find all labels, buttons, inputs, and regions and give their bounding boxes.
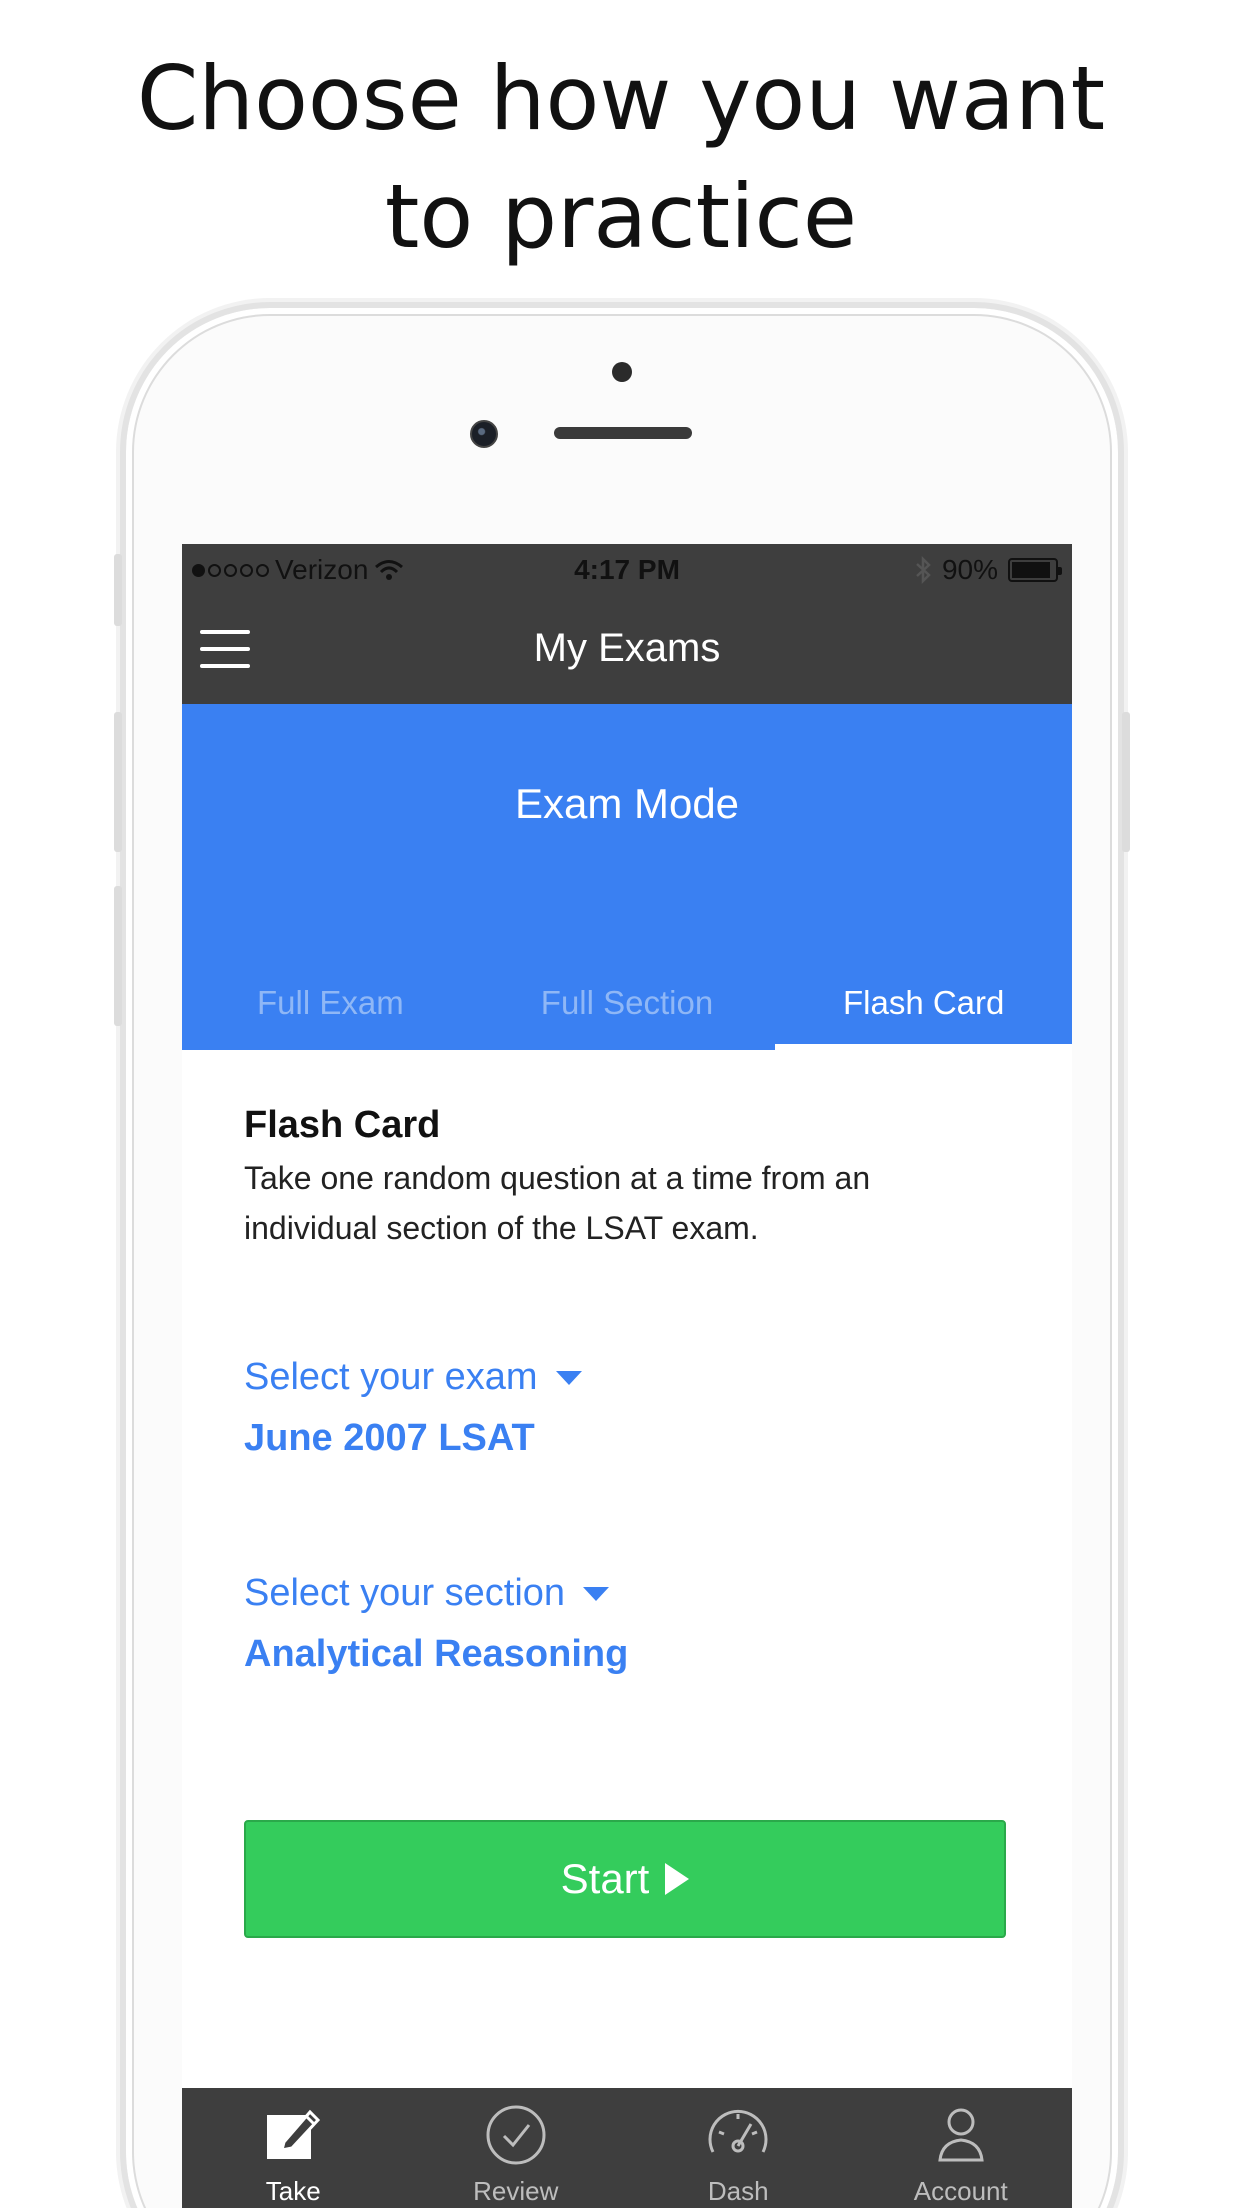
nav-title: My Exams xyxy=(533,626,721,670)
description-title: Flash Card xyxy=(244,1104,441,1146)
section-select-value[interactable]: Analytical Reasoning xyxy=(244,1633,628,1676)
bottom-tab-bar: Take Review Dash Account xyxy=(182,2088,1072,2208)
description-text: Take one random question at a time from … xyxy=(244,1153,1024,1253)
mute-switch xyxy=(114,554,122,626)
exam-select-label[interactable]: Select your exam xyxy=(244,1356,538,1399)
front-camera xyxy=(470,420,498,448)
person-icon xyxy=(938,2108,984,2162)
tab-flash-card[interactable]: Flash Card xyxy=(775,966,1072,1050)
tab-bar-label-review: Review xyxy=(473,2176,559,2206)
tab-bar-label-dash: Dash xyxy=(707,2176,769,2206)
status-right: 90% xyxy=(914,554,1062,586)
battery-icon xyxy=(1008,558,1062,582)
headline-line-1: Choose how you want xyxy=(136,47,1106,150)
tab-bar-item-review[interactable]: Review xyxy=(405,2088,628,2208)
speedometer-icon xyxy=(708,2109,768,2153)
exam-select[interactable]: Select your exam June 2007 LSAT xyxy=(244,1356,582,1460)
power-button xyxy=(1122,712,1130,852)
check-circle-icon xyxy=(486,2105,546,2165)
tab-full-section[interactable]: Full Section xyxy=(479,966,776,1050)
exam-select-value[interactable]: June 2007 LSAT xyxy=(244,1417,582,1460)
tab-bar-item-account[interactable]: Account xyxy=(850,2088,1073,2208)
bluetooth-icon xyxy=(916,556,931,584)
proximity-sensor xyxy=(612,362,632,382)
tab-full-exam[interactable]: Full Exam xyxy=(182,966,479,1050)
tab-bar-label-take: Take xyxy=(265,2176,321,2206)
caret-down-icon[interactable] xyxy=(555,1370,582,1385)
section-select-label[interactable]: Select your section xyxy=(244,1572,565,1615)
volume-up-button xyxy=(114,712,122,852)
exam-select-label-row[interactable]: Select your exam xyxy=(244,1356,582,1399)
exam-mode-title: Exam Mode xyxy=(514,780,740,827)
edit-icon xyxy=(267,2109,321,2159)
start-button[interactable]: Start xyxy=(244,1820,1006,1938)
play-icon xyxy=(665,1863,690,1895)
volume-down-button xyxy=(114,886,122,1026)
headline: Choose how you want to practice xyxy=(0,40,1242,276)
phone-screen: Verizon 4:17 PM 90% My Exams Exam Mode F xyxy=(182,544,1072,2208)
tab-bar-item-dash[interactable]: Dash xyxy=(627,2088,850,2208)
battery-percent: 90% xyxy=(941,554,998,585)
exam-mode-panel: Exam Mode Full Exam Full Section Flash C… xyxy=(182,704,1072,1050)
start-button-label: Start xyxy=(560,1855,650,1902)
caret-down-icon[interactable] xyxy=(583,1586,610,1601)
status-bar: Verizon 4:17 PM 90% xyxy=(182,544,1072,600)
headline-line-2: to practice xyxy=(384,165,858,268)
tab-bar-item-take[interactable]: Take xyxy=(182,2088,405,2208)
description-line-1: Take one random question at a time from … xyxy=(244,1160,871,1196)
section-select-label-row[interactable]: Select your section xyxy=(244,1572,628,1615)
mode-tabs: Full Exam Full Section Flash Card xyxy=(182,966,1072,1050)
section-select[interactable]: Select your section Analytical Reasoning xyxy=(244,1572,628,1676)
description-line-2: individual section of the LSAT exam. xyxy=(244,1210,759,1246)
earpiece-speaker xyxy=(554,427,692,439)
top-bar: Verizon 4:17 PM 90% My Exams xyxy=(182,544,1072,704)
tab-bar-label-account: Account xyxy=(913,2176,1008,2206)
mode-description: Flash Card Take one random question at a… xyxy=(244,1104,1024,1253)
